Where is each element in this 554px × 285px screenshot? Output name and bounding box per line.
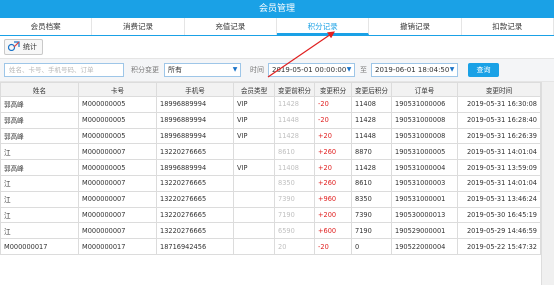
annotation-arrow bbox=[267, 31, 335, 78]
